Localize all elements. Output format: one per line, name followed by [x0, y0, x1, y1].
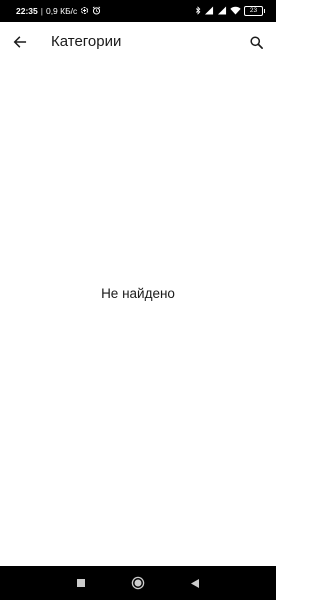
back-icon: [191, 578, 199, 588]
alarm-icon: [92, 6, 101, 17]
recents-icon: [77, 579, 85, 587]
signal-icon: [204, 5, 214, 17]
bluetooth-icon: [195, 5, 201, 17]
status-separator: |: [40, 6, 43, 16]
battery-icon: 23: [244, 6, 265, 16]
page-title: Категории: [51, 33, 122, 50]
signal-icon: [217, 5, 227, 17]
content-area: Не найдено: [0, 62, 276, 566]
home-icon: [131, 576, 145, 590]
home-button[interactable]: [123, 566, 153, 600]
status-left: 22:35 | 0,9 КБ/с: [16, 0, 101, 22]
status-right: 23: [195, 0, 265, 22]
recents-button[interactable]: [66, 566, 96, 600]
wifi-icon: [230, 6, 241, 17]
search-button[interactable]: [244, 30, 268, 54]
app-bar: Категории: [0, 22, 276, 62]
nav-back-button[interactable]: [180, 566, 210, 600]
arrow-back-icon: [13, 36, 27, 48]
search-icon: [249, 35, 263, 49]
status-bar: 22:35 | 0,9 КБ/с 23: [0, 0, 276, 22]
battery-level: 23: [244, 6, 263, 16]
navigation-bar: [0, 566, 276, 600]
network-speed: 0,9 КБ/с: [45, 6, 78, 16]
data-saver-icon: [80, 6, 89, 17]
status-time: 22:35: [16, 6, 38, 16]
back-button[interactable]: [8, 30, 32, 54]
screen: 22:35 | 0,9 КБ/с 23 Категории Не найдено: [0, 0, 276, 600]
empty-state-message: Не найдено: [101, 286, 175, 301]
